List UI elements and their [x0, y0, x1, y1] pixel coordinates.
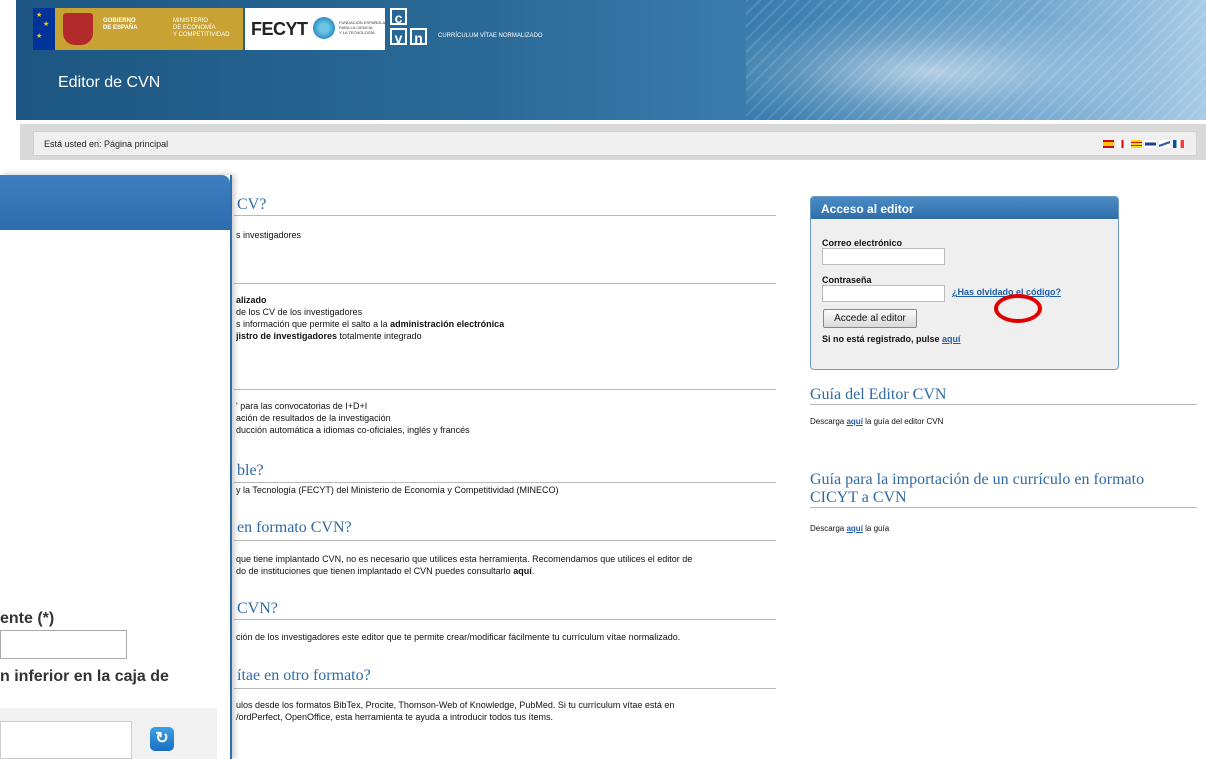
- import-guide-heading: Guía para la importación de un currículo…: [810, 471, 1145, 506]
- section-divider: [234, 215, 776, 216]
- fecyt-name: FECYT: [251, 19, 308, 39]
- guide-divider: [810, 404, 1197, 405]
- fecyt-subtitle: FUNDACIÓN ESPAÑOLA PARA LA CIENCIA Y LA …: [339, 20, 386, 35]
- section-text: ducción automática a idiomas co-oficiale…: [236, 425, 470, 435]
- login-title: Acceso al editor: [811, 197, 1118, 219]
- section-divider: [234, 482, 776, 483]
- section-divider: [234, 283, 776, 284]
- cvn-n-letter: n: [410, 28, 427, 46]
- gl-flag-icon[interactable]: [1145, 140, 1156, 148]
- section-divider: [234, 540, 776, 541]
- text-bold: jistro de investigadores: [236, 331, 338, 341]
- editor-title: Editor de CVN: [58, 74, 161, 91]
- breadcrumb-text: Está usted en: Página principal: [44, 139, 169, 149]
- eu-language-flag-icon[interactable]: [1159, 140, 1170, 148]
- section-heading-ble: ble?: [237, 462, 264, 479]
- email-label: Correo electrónico: [822, 238, 903, 248]
- ca-flag-icon[interactable]: [1131, 140, 1142, 148]
- fecyt-logo[interactable]: FECYT FUNDACIÓN ESPAÑOLA PARA LA CIENCIA…: [245, 8, 385, 50]
- section-divider: [234, 389, 776, 390]
- overlay-border: [230, 175, 232, 759]
- captcha-image: [0, 721, 132, 759]
- section-text: alizado: [236, 295, 267, 305]
- fr-flag-icon[interactable]: [1173, 140, 1184, 148]
- section-text: ación de resultados de la investigación: [236, 413, 391, 423]
- overlay-panel: ente (*) n inferior en la caja de ↻: [0, 175, 232, 759]
- language-selector: [1103, 140, 1184, 148]
- import-guide-divider: [810, 507, 1197, 508]
- section-text: ción de los investigadores este editor q…: [236, 632, 681, 642]
- guide-prefix: Descarga: [810, 417, 847, 426]
- cvn-c-letter: c: [390, 8, 407, 26]
- eu-flag-icon: ★ ★ ★: [33, 8, 55, 50]
- register-prefix: Si no está registrado, pulse: [822, 334, 943, 344]
- gov-text: GOBIERNO DE ESPAÑA: [103, 18, 138, 31]
- password-field[interactable]: [822, 285, 945, 302]
- section-text: jistro de investigadores totalmente inte…: [236, 330, 422, 342]
- email-field[interactable]: [822, 248, 945, 265]
- site-header: ★ ★ ★ GOBIERNO DE ESPAÑA MINISTERIO DE ECO…: [16, 0, 1206, 120]
- section-divider: [234, 619, 776, 620]
- section-heading-otro-formato: ítae en otro formato?: [237, 667, 371, 684]
- institutions-link[interactable]: aquí: [513, 566, 532, 576]
- import-guide-text: Descarga aquí la guía: [810, 524, 889, 533]
- section-divider: [234, 688, 776, 689]
- guide-download-link[interactable]: aquí: [846, 417, 862, 426]
- gobierno-logo[interactable]: ★ ★ ★ GOBIERNO DE ESPAÑA MINISTERIO DE ECO…: [33, 8, 243, 50]
- overlay-instruction: n inferior en la caja de: [0, 668, 169, 685]
- section-text: ulos desde los formatos BibTex, Procite,…: [236, 700, 675, 710]
- import-download-link[interactable]: aquí: [846, 524, 862, 533]
- register-text: Si no está registrado, pulse aquí: [822, 334, 961, 344]
- text-part: .: [531, 566, 535, 576]
- overlay-field-label: ente (*): [0, 610, 55, 627]
- login-button[interactable]: Accede al editor: [823, 309, 917, 328]
- text-bold: administración electrónica: [390, 319, 505, 329]
- refresh-icon[interactable]: ↻: [150, 727, 174, 751]
- section-text: do de instituciones que tienen implantad…: [236, 565, 534, 577]
- text-part: totalmente integrado: [337, 331, 422, 341]
- section-heading-formato-cvn: en formato CVN?: [237, 519, 352, 536]
- text-part: s información que permite el salto a la: [236, 319, 391, 329]
- section-text: s investigadores: [236, 230, 302, 240]
- cvn-v-letter: v: [390, 28, 407, 46]
- section-text: de los CV de los investigadores: [236, 307, 363, 317]
- password-label: Contraseña: [822, 275, 872, 285]
- fecyt-dots-icon: [313, 17, 335, 39]
- import-prefix: Descarga: [810, 524, 847, 533]
- es-flag-icon[interactable]: [1103, 140, 1114, 148]
- coat-of-arms-icon: [63, 13, 93, 45]
- en-flag-icon[interactable]: [1117, 140, 1128, 148]
- section-text: /ordPerfect, OpenOffice, esta herramient…: [236, 712, 553, 722]
- login-panel: Acceso al editor Correo electrónico Cont…: [810, 196, 1119, 370]
- guide-heading: Guía del Editor CVN: [810, 386, 947, 403]
- breadcrumb: Está usted en: Página principal: [33, 131, 1197, 156]
- section-heading-cvn: CVN?: [237, 600, 278, 617]
- section-text: y la Tecnología (FECYT) del Ministerio d…: [236, 485, 559, 495]
- guide-text: Descarga aquí la guía del editor CVN: [810, 417, 943, 426]
- guide-suffix: la guía del editor CVN: [862, 417, 944, 426]
- section-text: s información que permite el salto a la …: [236, 318, 504, 330]
- section-text: ' para las convocatorias de I+D+I: [236, 401, 368, 411]
- section-text: que tiene implantado CVN, no es necesari…: [236, 554, 693, 564]
- ministry-text: MINISTERIO DE ECONOMÍA Y COMPETITIVIDAD: [173, 18, 230, 38]
- overlay-header: [0, 175, 230, 230]
- highlight-circle: [994, 294, 1042, 323]
- import-suffix: la guía: [862, 524, 890, 533]
- text-part: do de instituciones que tienen implantad…: [236, 566, 514, 576]
- cvn-caption: CURRÍCULUM VÍTAE NORMALIZADO: [438, 33, 543, 39]
- overlay-input[interactable]: [0, 630, 127, 659]
- register-link[interactable]: aquí: [942, 334, 961, 344]
- section-heading-cv: CV?: [237, 196, 267, 213]
